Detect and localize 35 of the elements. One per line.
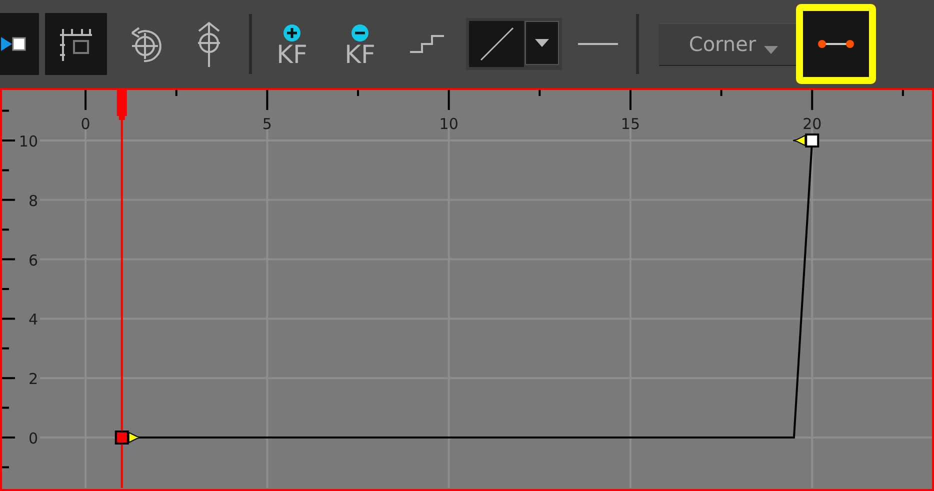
axis-label: 8 — [28, 192, 38, 210]
linked-dots-icon — [816, 38, 856, 50]
minus-circle-icon — [351, 24, 369, 42]
keyframe-marker[interactable] — [805, 134, 820, 148]
playhead-marker[interactable] — [116, 90, 127, 488]
caret-icon — [535, 39, 549, 47]
curve-graph[interactable]: 0 5 10 15 20 0 2 4 6 8 10 — [0, 88, 934, 491]
axis-label: 2 — [28, 370, 38, 388]
snap-button[interactable] — [45, 13, 107, 75]
tangent-handle[interactable] — [128, 432, 142, 444]
linear-curve-icon — [480, 27, 514, 61]
axis-label: 15 — [620, 115, 640, 133]
step-curve-icon — [410, 34, 446, 54]
axis-label: 5 — [262, 115, 272, 133]
axis-label: 6 — [28, 251, 38, 270]
axis-label: 10 — [439, 115, 458, 133]
flat-curve-icon — [578, 42, 618, 46]
dropdown-button[interactable] — [525, 21, 559, 65]
caret-icon — [764, 46, 778, 54]
axis-label: 20 — [802, 115, 822, 133]
axis-label: 4 — [28, 310, 38, 329]
grid-snap-icon — [58, 27, 94, 61]
axis-label: 10 — [18, 132, 38, 150]
key-mode-button[interactable] — [0, 13, 39, 75]
plus-circle-icon — [283, 24, 301, 42]
remove-keyframe-button[interactable]: KF — [340, 13, 380, 75]
axis-label: 0 — [80, 115, 90, 133]
mode-dropdown[interactable]: Corner — [659, 22, 796, 66]
add-keyframe-button[interactable]: KF — [272, 13, 312, 75]
key-icon — [1, 36, 27, 52]
linear-button[interactable] — [469, 21, 524, 67]
axis-label: 0 — [28, 430, 38, 448]
tangent-handle[interactable] — [792, 134, 806, 146]
keyframe-marker[interactable] — [114, 430, 129, 444]
link-handles-button[interactable] — [796, 4, 876, 84]
